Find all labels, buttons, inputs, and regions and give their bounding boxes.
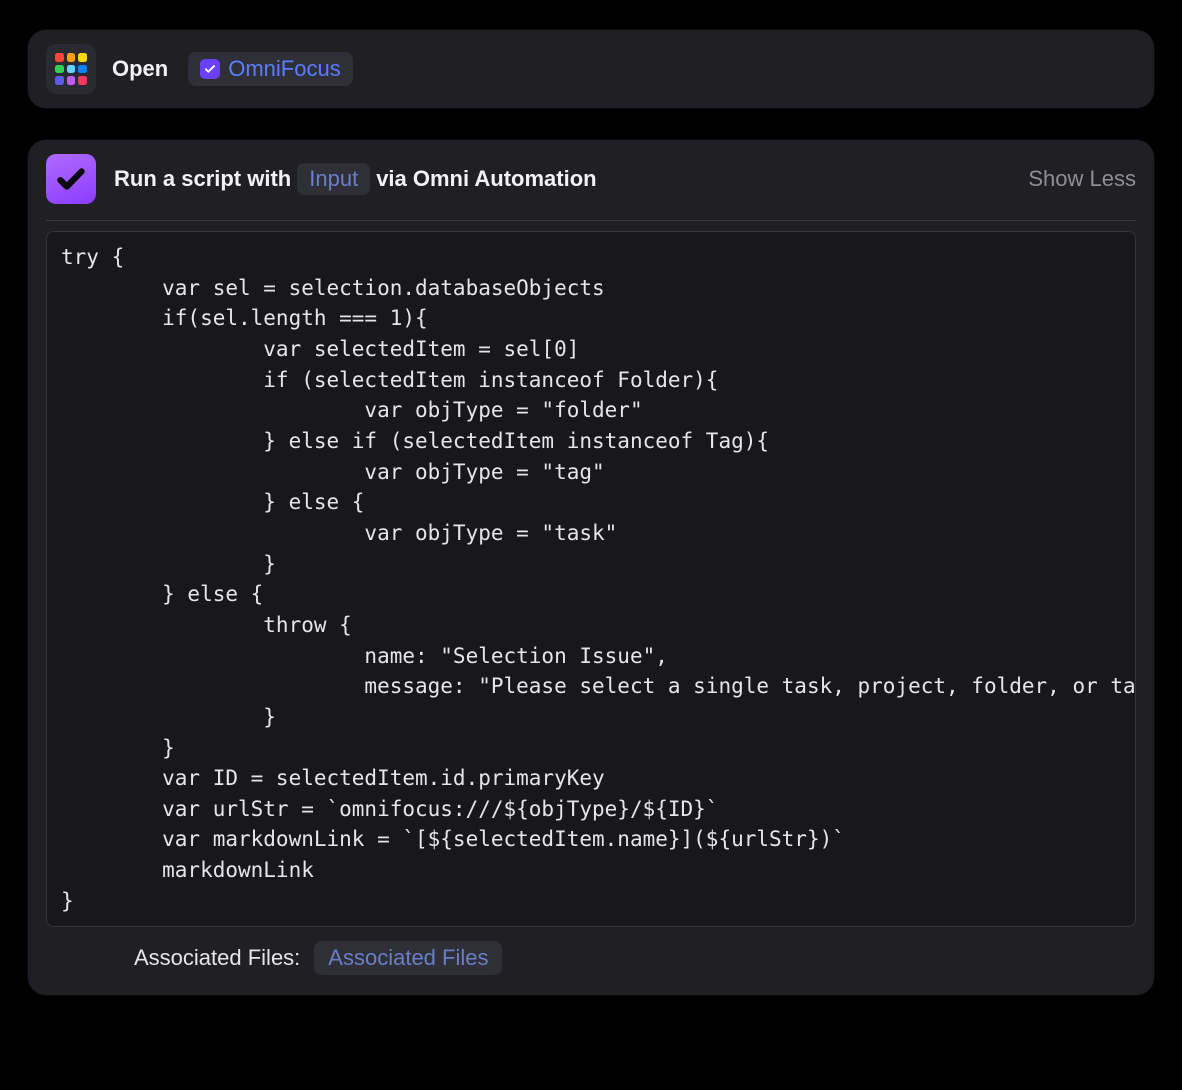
action-title-prefix: Run a script with (114, 166, 291, 192)
associated-files-token[interactable]: Associated Files (314, 941, 502, 975)
run-script-action-card[interactable]: Run a script with Input via Omni Automat… (28, 140, 1154, 995)
app-token[interactable]: OmniFocus (188, 52, 352, 86)
associated-files-label: Associated Files: (134, 945, 300, 971)
associated-files-row: Associated Files: Associated Files (46, 941, 1136, 981)
open-label: Open (112, 56, 168, 82)
script-code-input[interactable]: try { var sel = selection.databaseObject… (46, 231, 1136, 927)
app-grid-icon (46, 44, 96, 94)
show-less-toggle[interactable]: Show Less (1028, 166, 1136, 192)
header-divider (46, 220, 1136, 221)
omnifocus-check-icon (200, 59, 220, 79)
action-title-suffix: via Omni Automation (376, 166, 596, 192)
open-app-action-card[interactable]: Open OmniFocus (28, 30, 1154, 108)
input-token[interactable]: Input (297, 163, 370, 195)
app-token-label: OmniFocus (228, 56, 340, 82)
action-title: Run a script with Input via Omni Automat… (114, 163, 1010, 195)
omni-automation-icon (46, 154, 96, 204)
